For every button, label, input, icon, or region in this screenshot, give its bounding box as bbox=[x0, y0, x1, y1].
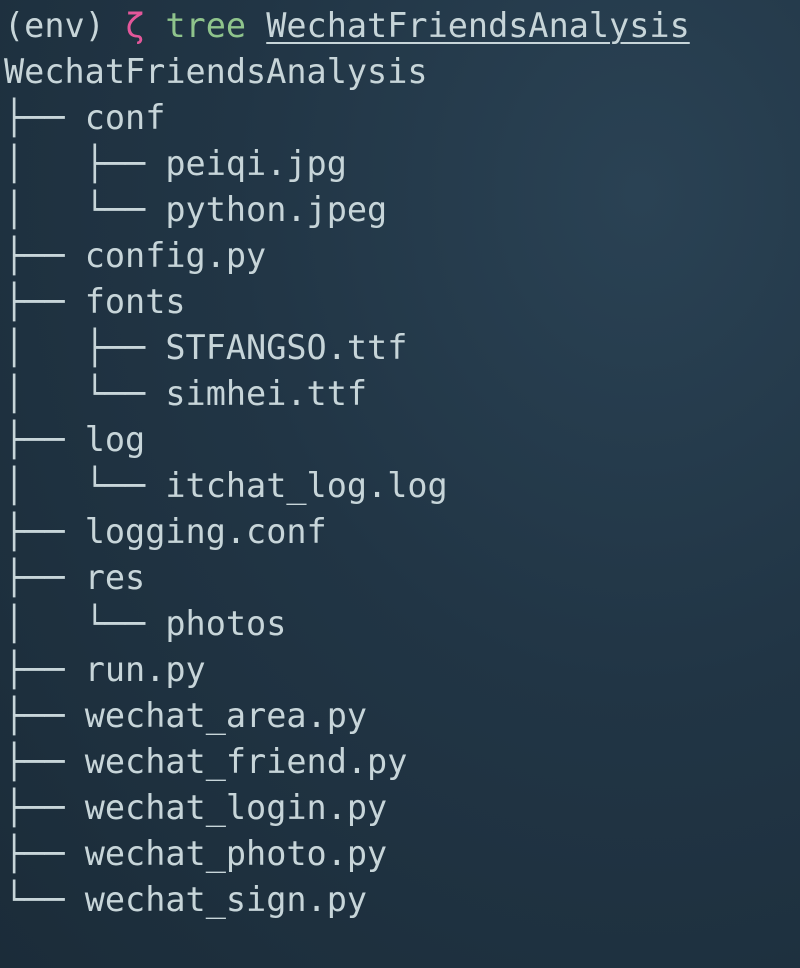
tree-entry: ├── conf bbox=[0, 95, 800, 141]
tree-branch: ├── bbox=[4, 834, 85, 873]
tree-entry: │ └── simhei.ttf bbox=[0, 371, 800, 417]
tree-entry-name: wechat_sign.py bbox=[84, 880, 368, 919]
tree-branch: ├── bbox=[4, 282, 85, 321]
tree-branch: ├── bbox=[4, 696, 85, 735]
tree-entry: ├── fonts bbox=[0, 279, 800, 325]
tree-entry-name: conf bbox=[84, 98, 166, 137]
tree-entry-name: run.py bbox=[84, 650, 206, 689]
tree-branch: │ └── bbox=[4, 604, 166, 643]
tree-branch: ├── bbox=[4, 742, 85, 781]
tree-entry: ├── wechat_friend.py bbox=[0, 739, 800, 785]
tree-branch: ├── bbox=[4, 98, 85, 137]
prompt-env: (env) bbox=[4, 6, 105, 45]
tree-entry: ├── log bbox=[0, 417, 800, 463]
tree-entry: └── wechat_sign.py bbox=[0, 877, 800, 923]
tree-entry: ├── res bbox=[0, 555, 800, 601]
tree-entry-name: peiqi.jpg bbox=[165, 144, 347, 183]
tree-entry: │ └── itchat_log.log bbox=[0, 463, 800, 509]
tree-entry: ├── run.py bbox=[0, 647, 800, 693]
tree-entry: ├── wechat_area.py bbox=[0, 693, 800, 739]
tree-entry: │ ├── peiqi.jpg bbox=[0, 141, 800, 187]
tree-branch: ├── bbox=[4, 788, 85, 827]
tree-branch: ├── bbox=[4, 420, 85, 459]
prompt-symbol: ζ bbox=[125, 6, 146, 45]
tree-branch: │ └── bbox=[4, 374, 166, 413]
tree-branch: │ ├── bbox=[4, 144, 166, 183]
tree-listing: ├── conf │ ├── peiqi.jpg │ └── python.jpeg… bbox=[0, 95, 800, 923]
tree-entry: ├── wechat_photo.py bbox=[0, 831, 800, 877]
tree-entry-name: wechat_area.py bbox=[84, 696, 368, 735]
tree-entry-name: logging.conf bbox=[84, 512, 327, 551]
tree-branch: └── bbox=[4, 880, 85, 919]
tree-entry: │ ├── STFANGSO.ttf bbox=[0, 325, 800, 371]
tree-entry-name: res bbox=[84, 558, 146, 597]
tree-branch: │ ├── bbox=[4, 328, 166, 367]
tree-entry-name: wechat_login.py bbox=[84, 788, 388, 827]
tree-entry-name: python.jpeg bbox=[165, 190, 388, 229]
tree-entry-name: STFANGSO.ttf bbox=[165, 328, 408, 367]
tree-entry: │ └── python.jpeg bbox=[0, 187, 800, 233]
tree-entry: ├── config.py bbox=[0, 233, 800, 279]
tree-entry-name: simhei.ttf bbox=[165, 374, 368, 413]
tree-entry-name: wechat_photo.py bbox=[84, 834, 388, 873]
tree-entry-name: fonts bbox=[84, 282, 186, 321]
tree-entry-name: config.py bbox=[84, 236, 267, 275]
prompt-command: tree bbox=[165, 6, 247, 45]
tree-branch: ├── bbox=[4, 650, 85, 689]
tree-entry-name: log bbox=[84, 420, 146, 459]
tree-entry-name: itchat_log.log bbox=[165, 466, 448, 505]
tree-branch: │ └── bbox=[4, 466, 166, 505]
tree-branch: ├── bbox=[4, 512, 85, 551]
prompt-argument-path[interactable]: WechatFriendsAnalysis bbox=[266, 6, 690, 45]
tree-branch: │ └── bbox=[4, 190, 166, 229]
terminal-window[interactable]: (env) ζ tree WechatFriendsAnalysis Wecha… bbox=[0, 0, 800, 968]
tree-root: WechatFriendsAnalysis bbox=[4, 52, 428, 91]
tree-entry-name: wechat_friend.py bbox=[84, 742, 408, 781]
tree-entry: ├── logging.conf bbox=[0, 509, 800, 555]
tree-entry: ├── wechat_login.py bbox=[0, 785, 800, 831]
tree-branch: ├── bbox=[4, 236, 85, 275]
tree-entry: │ └── photos bbox=[0, 601, 800, 647]
tree-branch: ├── bbox=[4, 558, 85, 597]
tree-entry-name: photos bbox=[165, 604, 287, 643]
prompt-line: (env) ζ tree WechatFriendsAnalysis bbox=[0, 3, 800, 49]
